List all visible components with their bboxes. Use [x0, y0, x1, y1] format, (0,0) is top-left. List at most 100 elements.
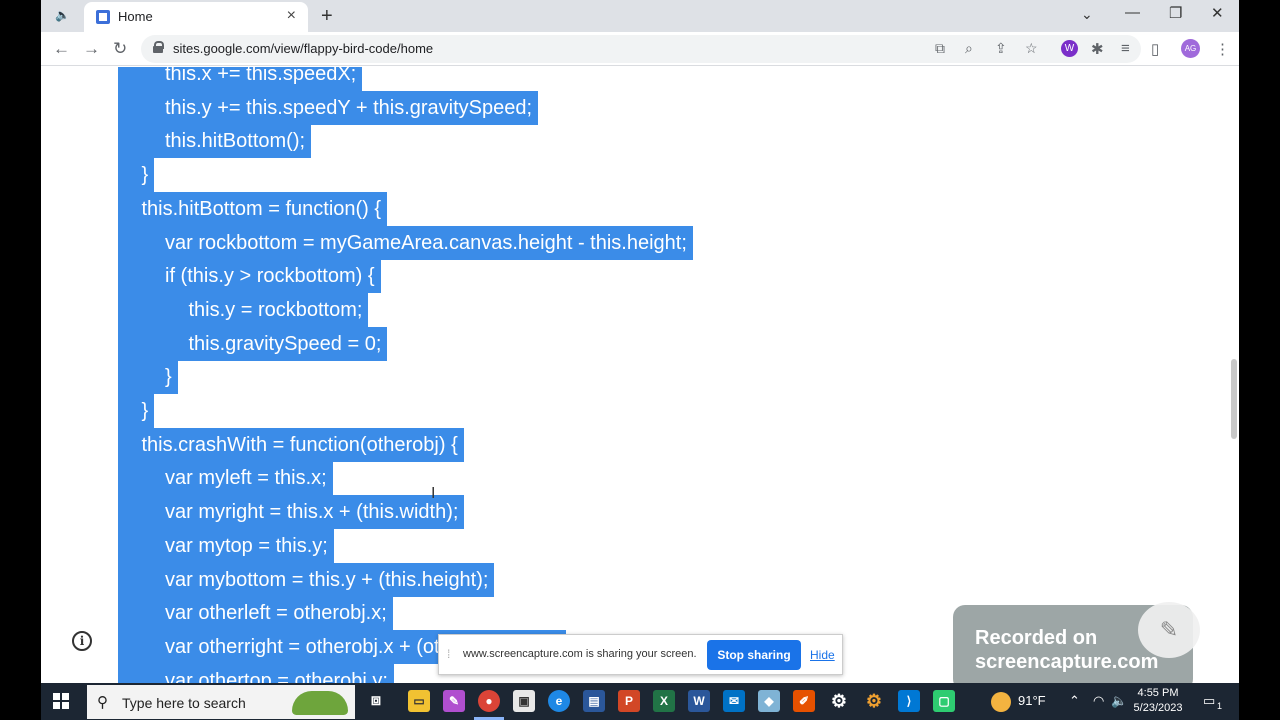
speaker-icon[interactable]: 🔈: [55, 8, 79, 24]
chrome-icon[interactable]: ●: [478, 690, 500, 712]
code-line[interactable]: }: [118, 158, 155, 193]
task-view-icon[interactable]: ⧈: [365, 690, 387, 712]
profile-avatar[interactable]: AG: [1181, 39, 1200, 58]
code-text[interactable]: this.crashWith = function(otherobj) {: [141, 427, 464, 462]
notifications-icon[interactable]: ▭: [1203, 693, 1215, 709]
share-icon[interactable]: ⇪: [995, 40, 1007, 57]
open-in-icon[interactable]: ⧉: [935, 40, 945, 57]
code-indent: [118, 225, 165, 260]
code-line[interactable]: this.hitBottom();: [118, 124, 312, 159]
code-line[interactable]: }: [118, 360, 178, 395]
code-line[interactable]: var mybottom = this.y + (this.height);: [118, 562, 495, 597]
clock-time: 4:55 PM: [1137, 687, 1179, 699]
media-queue-icon[interactable]: ≡: [1121, 40, 1130, 57]
new-tab-button[interactable]: +: [321, 5, 333, 28]
notepad-icon[interactable]: ✎: [443, 690, 465, 712]
edge-icon[interactable]: e: [548, 690, 570, 712]
side-panel-icon[interactable]: ▯: [1151, 40, 1159, 58]
zoom-icon[interactable]: ⌕: [965, 40, 973, 57]
code-indent: [118, 495, 165, 530]
pencil-edit-icon[interactable]: ✎: [1138, 602, 1200, 658]
tray-expand-icon[interactable]: ⌃: [1069, 693, 1080, 709]
code-line[interactable]: var otherleft = otherobj.x;: [118, 596, 393, 631]
chevron-down-icon[interactable]: ⌄: [1081, 6, 1093, 23]
code-line[interactable]: var rockbottom = myGameArea.canvas.heigh…: [118, 225, 693, 260]
code-line[interactable]: var myright = this.x + (this.width);: [118, 495, 465, 530]
code-indent: [118, 562, 165, 597]
code-line[interactable]: var othertop = otherobj.y;: [118, 663, 394, 683]
code-text[interactable]: this.hitBottom();: [165, 124, 312, 159]
tab-home[interactable]: Home ×: [84, 2, 308, 32]
lock-icon[interactable]: [153, 41, 164, 53]
code-text[interactable]: this.gravitySpeed = 0;: [188, 326, 388, 361]
code-text[interactable]: var myleft = this.x;: [165, 461, 333, 496]
powerpoint-icon[interactable]: P: [618, 690, 640, 712]
info-icon[interactable]: i: [72, 631, 92, 651]
minimize-button[interactable]: —: [1125, 4, 1140, 21]
windows-taskbar: ⚲ Type here to search ⧈ ▭ ✎ ● ▣ e ▤ P X …: [41, 683, 1239, 720]
code-indent: [118, 596, 165, 631]
code-text[interactable]: if (this.y > rockbottom) {: [165, 259, 381, 294]
stop-sharing-button[interactable]: Stop sharing: [707, 640, 801, 670]
restore-button[interactable]: ❐: [1169, 4, 1182, 22]
screen-recorder-icon[interactable]: ▢: [933, 690, 955, 712]
taskbar-search-box[interactable]: ⚲ Type here to search: [87, 685, 355, 719]
code-line[interactable]: this.y += this.speedY + this.gravitySpee…: [118, 90, 539, 125]
code-line[interactable]: }: [118, 394, 155, 428]
code-line[interactable]: var mytop = this.y;: [118, 528, 334, 563]
tab-strip: 🔈 Home × + ⌄ — ❐ ✕: [41, 0, 1239, 32]
code-text[interactable]: var otherleft = otherobj.x;: [165, 596, 393, 631]
taskbar-clock[interactable]: 4:55 PM 5/23/2023: [1123, 686, 1193, 716]
code-text[interactable]: var rockbottom = myGameArea.canvas.heigh…: [165, 225, 693, 260]
code-line[interactable]: if (this.y > rockbottom) {: [118, 259, 381, 294]
drag-handle-icon[interactable]: ⁞: [447, 647, 450, 661]
weather-temp[interactable]: 91°F: [1018, 693, 1046, 708]
store-icon[interactable]: ▣: [513, 690, 535, 712]
windows-start-icon[interactable]: [53, 693, 69, 709]
address-bar[interactable]: sites.google.com/view/flappy-bird-code/h…: [141, 35, 1141, 63]
forward-button[interactable]: →: [83, 39, 100, 59]
code-text[interactable]: this.y = rockbottom;: [188, 292, 369, 327]
code-line[interactable]: this.gravitySpeed = 0;: [118, 326, 388, 361]
weather-sun-icon[interactable]: [991, 692, 1011, 712]
close-tab-icon[interactable]: ×: [287, 8, 296, 24]
wifi-icon[interactable]: ◠: [1093, 693, 1104, 709]
code-text[interactable]: var othertop = otherobj.y;: [165, 663, 394, 683]
settings-gear-icon[interactable]: ⚙: [828, 690, 850, 712]
bookmark-star-icon[interactable]: ☆: [1025, 40, 1038, 57]
code-line[interactable]: this.crashWith = function(otherobj) {: [118, 427, 464, 462]
code-text[interactable]: var myright = this.x + (this.width);: [165, 495, 465, 530]
code-text[interactable]: this.x += this.speedX;: [165, 67, 363, 91]
share-message: www.screencapture.com is sharing your sc…: [463, 648, 697, 660]
url-text[interactable]: sites.google.com/view/flappy-bird-code/h…: [173, 41, 433, 56]
vscode-icon[interactable]: ⟩: [898, 690, 920, 712]
code-line[interactable]: this.hitBottom = function() {: [118, 191, 388, 226]
remote-desktop-icon[interactable]: ▤: [583, 690, 605, 712]
code-text[interactable]: this.hitBottom = function() {: [141, 191, 388, 226]
close-window-button[interactable]: ✕: [1211, 4, 1224, 22]
paint-icon[interactable]: ✐: [793, 690, 815, 712]
extensions-puzzle-icon[interactable]: ✱: [1091, 40, 1104, 58]
word-icon[interactable]: W: [688, 690, 710, 712]
code-text[interactable]: }: [141, 158, 155, 193]
code-text[interactable]: }: [141, 394, 155, 428]
code-line[interactable]: var myleft = this.x;: [118, 461, 333, 496]
code-text[interactable]: var mytop = this.y;: [165, 528, 334, 563]
excel-icon[interactable]: X: [653, 690, 675, 712]
clock-date: 5/23/2023: [1133, 702, 1183, 714]
file-explorer-icon[interactable]: ▭: [408, 690, 430, 712]
code-text[interactable]: var mybottom = this.y + (this.height);: [165, 562, 495, 597]
code-line[interactable]: this.y = rockbottom;: [118, 292, 369, 327]
scrollbar-thumb[interactable]: [1231, 359, 1237, 439]
reload-button[interactable]: ↻: [113, 39, 127, 59]
extension-w-icon[interactable]: W: [1061, 40, 1078, 57]
code-text[interactable]: this.y += this.speedY + this.gravitySpee…: [165, 90, 539, 125]
notes-icon[interactable]: ◆: [758, 690, 780, 712]
gear-app-icon[interactable]: ⚙: [863, 690, 885, 712]
menu-kebab-icon[interactable]: ⋮: [1215, 40, 1230, 58]
code-text[interactable]: }: [165, 360, 178, 395]
back-button[interactable]: ←: [53, 39, 70, 59]
mail-icon[interactable]: ✉: [723, 690, 745, 712]
code-line[interactable]: this.x += this.speedX;: [118, 67, 363, 91]
hide-link[interactable]: Hide: [810, 648, 835, 662]
